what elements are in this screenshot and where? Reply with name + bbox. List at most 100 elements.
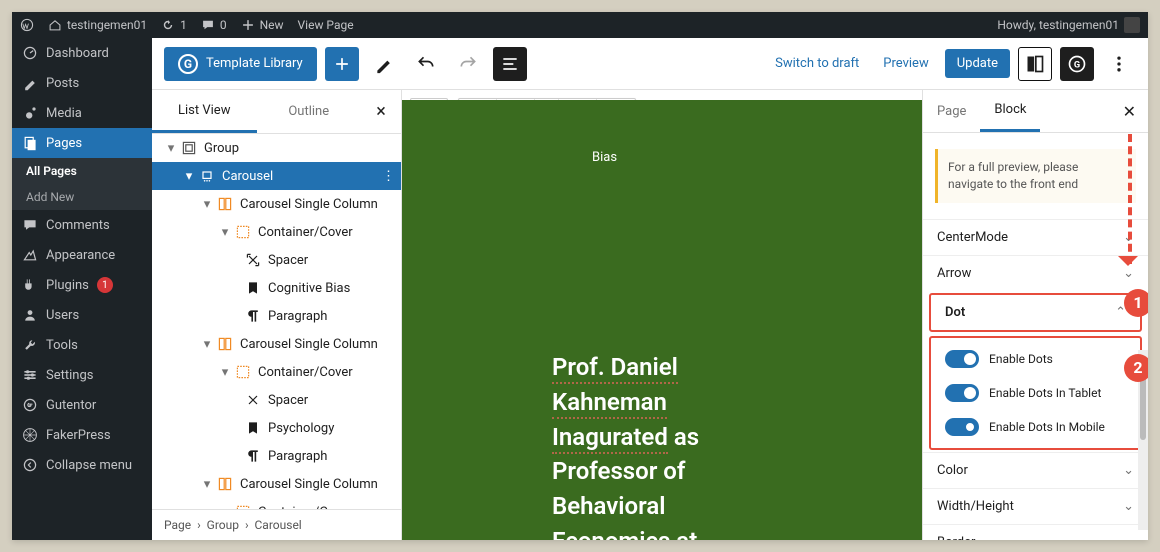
toggle-enable-dots[interactable]: Enable Dots <box>931 342 1140 376</box>
panel-dot[interactable]: Dot⌃ <box>931 295 1140 330</box>
switch-to-draft-link[interactable]: Switch to draft <box>767 56 867 71</box>
settings-panel: Page Block ✕ For a full preview, please … <box>922 90 1148 540</box>
group-icon <box>180 139 198 157</box>
avatar <box>1124 17 1140 33</box>
admin-sidebar: Dashboard Posts Media Pages All Pages Ad… <box>12 38 152 540</box>
close-settings[interactable]: ✕ <box>1111 102 1148 121</box>
updates-link[interactable]: 1 <box>161 18 187 32</box>
panel-color[interactable]: Color⌄ <box>923 452 1148 488</box>
tree-carousel[interactable]: ▾Carousel⋮ <box>152 162 401 190</box>
add-block-button[interactable] <box>325 47 359 81</box>
panel-border[interactable]: Border⌄ <box>923 524 1148 540</box>
column-icon <box>216 335 234 353</box>
howdy-user[interactable]: Howdy, testingemen01 <box>997 17 1140 33</box>
tree-spacer[interactable]: Spacer <box>152 246 401 274</box>
sidebar-item-collapse[interactable]: Collapse menu <box>12 450 152 480</box>
preview-link[interactable]: Preview <box>875 56 936 71</box>
column-icon <box>216 195 234 213</box>
wp-logo[interactable] <box>20 18 34 32</box>
sidebar-item-appearance[interactable]: Appearance <box>12 240 152 270</box>
panel-arrow[interactable]: Arrow⌄ <box>923 255 1148 291</box>
sidebar-item-dashboard[interactable]: Dashboard <box>12 38 152 68</box>
toggle-enable-dots-mobile[interactable]: Enable Dots In Mobile <box>931 410 1140 444</box>
sidebar-item-pages[interactable]: Pages <box>12 128 152 158</box>
view-page-link[interactable]: View Page <box>298 18 354 32</box>
block-tree: ▾Group ▾Carousel⋮ ▾Carousel Single Colum… <box>152 134 401 509</box>
spacer-icon <box>244 391 262 409</box>
container-icon <box>234 223 252 241</box>
tab-page[interactable]: Page <box>923 92 980 131</box>
column-icon <box>216 475 234 493</box>
paragraph-icon <box>244 447 262 465</box>
tree-paragraph[interactable]: Paragraph <box>152 442 401 470</box>
tab-outline[interactable]: Outline <box>257 92 362 131</box>
tree-cc[interactable]: ▾Container/Cover <box>152 498 401 509</box>
tree-cc[interactable]: ▾Container/Cover <box>152 358 401 386</box>
annotation-arrow <box>1128 134 1132 264</box>
tab-list-view[interactable]: List View <box>152 91 257 133</box>
tree-spacer[interactable]: Spacer <box>152 386 401 414</box>
preview-notice: For a full preview, please navigate to t… <box>935 149 1136 203</box>
comments-link[interactable]: 0 <box>201 18 227 32</box>
tab-block[interactable]: Block <box>980 90 1040 132</box>
sidebar-item-tools[interactable]: Tools <box>12 330 152 360</box>
sidebar-item-fakerpress[interactable]: FakerPress <box>12 420 152 450</box>
editor-toolbar: GTemplate Library Switch to draft Previe… <box>152 38 1148 90</box>
sidebar-item-media[interactable]: Media <box>12 98 152 128</box>
sidebar-subitem-add-new[interactable]: Add New <box>12 184 152 210</box>
toggle-switch[interactable] <box>945 384 979 402</box>
toggle-switch[interactable] <box>945 418 979 436</box>
list-view-button[interactable] <box>493 47 527 81</box>
sidebar-subitem-all-pages[interactable]: All Pages <box>12 158 152 184</box>
tree-csc[interactable]: ▾Carousel Single Column <box>152 190 401 218</box>
spacer-icon <box>244 251 262 269</box>
sidebar-submenu-pages: All Pages Add New <box>12 158 152 210</box>
slide-tag: Bias <box>592 150 617 165</box>
tree-more-icon[interactable]: ⋮ <box>382 169 395 184</box>
breadcrumb[interactable]: Page › Group › Carousel <box>152 509 401 540</box>
tree-csc[interactable]: ▾Carousel Single Column <box>152 330 401 358</box>
sidebar-item-posts[interactable]: Posts <box>12 68 152 98</box>
close-list-panel[interactable]: × <box>361 101 401 122</box>
template-library-button[interactable]: GTemplate Library <box>164 47 317 81</box>
toggle-switch[interactable] <box>945 350 979 368</box>
gutentor-settings-button[interactable]: G <box>1060 47 1094 81</box>
tree-heading[interactable]: Psychology <box>152 414 401 442</box>
tree-heading[interactable]: Cognitive Bias <box>152 274 401 302</box>
gutentor-icon: G <box>178 54 198 74</box>
highlight-dot: Dot⌃ <box>929 293 1142 332</box>
editor-canvas[interactable]: Bias Prof. Daniel Kahneman Inagurated as… <box>402 90 922 540</box>
new-link[interactable]: New <box>241 18 284 32</box>
slide-headline[interactable]: Prof. Daniel Kahneman Inagurated as Prof… <box>552 350 772 540</box>
carousel-slide[interactable]: Bias Prof. Daniel Kahneman Inagurated as… <box>402 100 922 540</box>
admin-bar: testingemen01 1 0 New View Page Howdy, t… <box>12 12 1148 38</box>
sidebar-item-settings[interactable]: Settings <box>12 360 152 390</box>
panel-centermode[interactable]: CenterMode⌄ <box>923 219 1148 255</box>
bookmark-icon <box>244 419 262 437</box>
more-options-button[interactable] <box>1102 47 1136 81</box>
tree-cc[interactable]: ▾Container/Cover <box>152 218 401 246</box>
sidebar-item-gutentor[interactable]: Gutentor <box>12 390 152 420</box>
site-name[interactable]: testingemen01 <box>48 18 147 32</box>
bookmark-icon <box>244 279 262 297</box>
settings-toggle-button[interactable] <box>1018 47 1052 81</box>
toggle-enable-dots-tablet[interactable]: Enable Dots In Tablet <box>931 376 1140 410</box>
tree-group[interactable]: ▾Group <box>152 134 401 162</box>
annotation-badge-1: 1 <box>1124 289 1148 317</box>
undo-button[interactable] <box>409 47 443 81</box>
carousel-icon <box>198 167 216 185</box>
redo-button[interactable] <box>451 47 485 81</box>
paragraph-icon <box>244 307 262 325</box>
sidebar-item-plugins[interactable]: Plugins1 <box>12 270 152 300</box>
svg-text:G: G <box>1074 60 1080 70</box>
panel-width-height[interactable]: Width/Height⌄ <box>923 488 1148 524</box>
sidebar-item-comments[interactable]: Comments <box>12 210 152 240</box>
sidebar-item-users[interactable]: Users <box>12 300 152 330</box>
edit-mode-button[interactable] <box>367 47 401 81</box>
tree-csc[interactable]: ▾Carousel Single Column <box>152 470 401 498</box>
update-button[interactable]: Update <box>945 49 1010 78</box>
editor: GTemplate Library Switch to draft Previe… <box>152 38 1148 540</box>
plugins-badge: 1 <box>97 277 113 293</box>
highlight-toggles: Enable Dots Enable Dots In Tablet Enable… <box>929 336 1142 450</box>
tree-paragraph[interactable]: Paragraph <box>152 302 401 330</box>
